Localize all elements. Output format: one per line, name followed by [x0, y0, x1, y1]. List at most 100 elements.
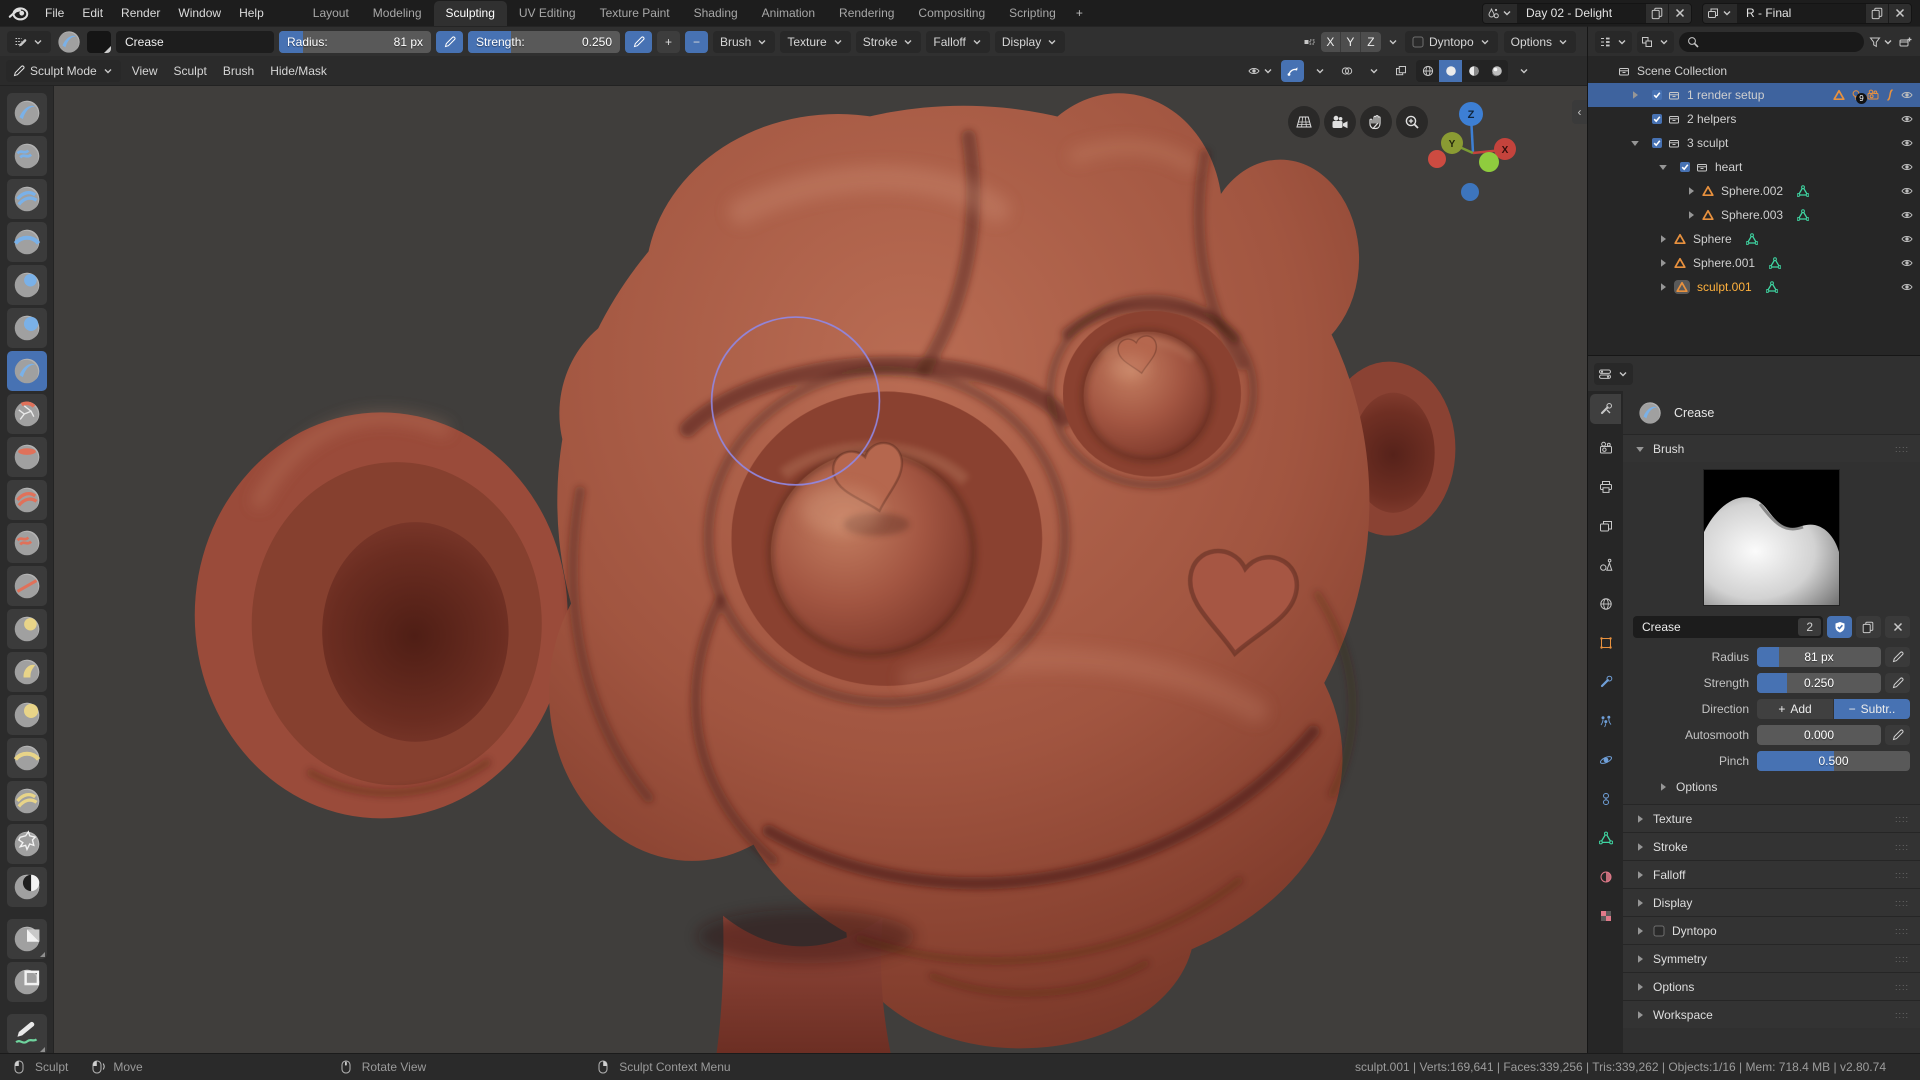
- view-layer-selector[interactable]: R - Final: [1702, 2, 1912, 24]
- brush-fill-button[interactable]: [6, 480, 47, 520]
- workspace-tab-texture-paint[interactable]: Texture Paint: [588, 1, 682, 26]
- overlays-dropdown[interactable]: [1362, 60, 1385, 82]
- brush-clay-button[interactable]: [6, 136, 47, 176]
- hide-eye-toggle[interactable]: [1901, 257, 1913, 269]
- active-tool-selector[interactable]: [7, 30, 51, 53]
- scene-selector[interactable]: Day 02 - Delight: [1482, 2, 1692, 24]
- gizmos-dropdown[interactable]: [1308, 60, 1331, 82]
- navigation-gizmo[interactable]: Z Y X: [1408, 92, 1538, 207]
- overlays-toggle[interactable]: [1335, 60, 1358, 82]
- brush-pinch-button[interactable]: [6, 566, 47, 606]
- outliner-row-2-helpers[interactable]: 2 helpers: [1588, 107, 1920, 131]
- outliner-row-1-render-setup[interactable]: 1 render setup 9: [1588, 83, 1920, 107]
- menu-edit[interactable]: Edit: [73, 3, 112, 23]
- gizmo-z-neg[interactable]: [1461, 183, 1479, 201]
- workspace-tab-compositing[interactable]: Compositing: [906, 1, 997, 26]
- properties-tab-object-data[interactable]: [1590, 823, 1621, 853]
- unlink-brush-button[interactable]: [1885, 616, 1910, 638]
- brush-crease-button[interactable]: [6, 351, 47, 391]
- collection-checkbox[interactable]: [1674, 161, 1696, 173]
- pinch-slider[interactable]: 0.500: [1757, 751, 1910, 771]
- strength-pressure-button[interactable]: [1885, 673, 1910, 693]
- brush-datablock-icon[interactable]: [56, 29, 82, 55]
- brush-dropdown[interactable]: Brush: [713, 30, 776, 53]
- xray-toggle[interactable]: [1389, 60, 1412, 82]
- properties-tab-constraints[interactable]: [1590, 784, 1621, 814]
- brush-simplify-button[interactable]: [6, 824, 47, 864]
- section-texture[interactable]: Texture::::: [1623, 804, 1920, 832]
- viewport-menu-hide-mask[interactable]: Hide/Mask: [262, 61, 335, 81]
- new-collection-button[interactable]: [1899, 36, 1913, 48]
- autosmooth-slider[interactable]: 0.000: [1757, 725, 1881, 745]
- outliner-row-3-sculpt[interactable]: 3 sculpt: [1588, 131, 1920, 155]
- visibility-dropdown[interactable]: [1245, 60, 1277, 82]
- view-layer-copy-button[interactable]: [1865, 3, 1888, 23]
- hide-eye-toggle[interactable]: [1901, 281, 1913, 293]
- properties-tab-object[interactable]: [1590, 628, 1621, 658]
- brush-snake-hook-button[interactable]: [6, 652, 47, 692]
- brush-section-header[interactable]: Brush::::: [1623, 434, 1920, 462]
- brush-users-count[interactable]: 2: [1798, 618, 1821, 636]
- viewport-canvas[interactable]: [0, 56, 1587, 1053]
- disclosure-triangle[interactable]: [1652, 233, 1674, 245]
- workspace-tab-shading[interactable]: Shading: [682, 1, 750, 26]
- grid-nav-button[interactable]: [1288, 106, 1320, 138]
- properties-tab-render[interactable]: [1590, 433, 1621, 463]
- brush-draw-button[interactable]: [6, 93, 47, 133]
- outliner-filter-mode[interactable]: [1637, 30, 1674, 53]
- workspace-tab-modeling[interactable]: Modeling: [361, 1, 434, 26]
- texture-slot[interactable]: [87, 30, 111, 53]
- brush-options-subpanel[interactable]: Options: [1623, 774, 1920, 798]
- disclosure-triangle[interactable]: [1680, 185, 1702, 197]
- section-dyntopo[interactable]: Dyntopo::::: [1623, 916, 1920, 944]
- falloff-dropdown[interactable]: Falloff: [926, 30, 990, 53]
- duplicate-brush-button[interactable]: [1856, 616, 1881, 638]
- menu-window[interactable]: Window: [169, 3, 230, 23]
- gizmo-x-neg[interactable]: [1428, 150, 1446, 168]
- shading-wireframe-button[interactable]: [1416, 60, 1439, 82]
- brush-name-field[interactable]: Crease: [116, 30, 274, 53]
- brush-mask-button[interactable]: [6, 867, 47, 907]
- section-options[interactable]: Options::::: [1623, 972, 1920, 1000]
- outliner-display-mode[interactable]: [1595, 30, 1632, 53]
- workspace-tab-sculpting[interactable]: Sculpting: [433, 1, 507, 26]
- strength-slider[interactable]: 0.250: [1757, 673, 1881, 693]
- chevron-down-icon[interactable]: [1387, 36, 1399, 48]
- disclosure-triangle[interactable]: [1652, 281, 1674, 293]
- brush-name-input[interactable]: Crease 2: [1633, 616, 1823, 638]
- brush-annotate-button[interactable]: [6, 1014, 47, 1053]
- shading-material-button[interactable]: [1462, 60, 1485, 82]
- section-stroke[interactable]: Stroke::::: [1623, 832, 1920, 860]
- camera-nav-button[interactable]: [1324, 106, 1356, 138]
- options-dropdown[interactable]: Options: [1503, 30, 1576, 53]
- display-dropdown[interactable]: Display: [994, 30, 1066, 53]
- menu-render[interactable]: Render: [112, 3, 169, 23]
- scene-icon[interactable]: [1483, 3, 1517, 23]
- brush-box-hide-button[interactable]: [6, 962, 47, 1002]
- shading-rendered-button[interactable]: [1485, 60, 1508, 82]
- stroke-dropdown[interactable]: Stroke: [855, 30, 922, 53]
- outliner-search-input[interactable]: [1679, 31, 1864, 52]
- workspace-tab-animation[interactable]: Animation: [750, 1, 827, 26]
- disclosure-triangle[interactable]: [1624, 137, 1646, 149]
- radius-slider[interactable]: Radius: 81 px: [279, 30, 431, 53]
- view-layer-icon[interactable]: [1703, 3, 1737, 23]
- properties-tab-output[interactable]: [1590, 472, 1621, 502]
- hide-eye-toggle[interactable]: [1901, 89, 1913, 101]
- brush-box-mask-button[interactable]: [6, 919, 47, 959]
- direction-add-button[interactable]: +: [657, 30, 680, 53]
- radius-pressure-button[interactable]: [1885, 647, 1910, 667]
- viewport-menu-brush[interactable]: Brush: [215, 61, 262, 81]
- properties-tab-scene[interactable]: [1590, 550, 1621, 580]
- hide-eye-toggle[interactable]: [1901, 161, 1913, 173]
- section-falloff[interactable]: Falloff::::: [1623, 860, 1920, 888]
- strength-slider[interactable]: Strength: 0.250: [468, 30, 620, 53]
- outliner-row-sphere[interactable]: Sphere: [1588, 227, 1920, 251]
- collection-checkbox[interactable]: [1646, 137, 1668, 149]
- hand-nav-button[interactable]: [1360, 106, 1392, 138]
- symmetry-z-toggle[interactable]: Z: [1360, 31, 1381, 52]
- shading-dropdown[interactable]: [1512, 60, 1535, 82]
- outliner-row-scene-collection[interactable]: Scene Collection: [1588, 59, 1920, 83]
- gizmo-y-neg[interactable]: [1479, 152, 1499, 172]
- brush-layer-button[interactable]: [6, 222, 47, 262]
